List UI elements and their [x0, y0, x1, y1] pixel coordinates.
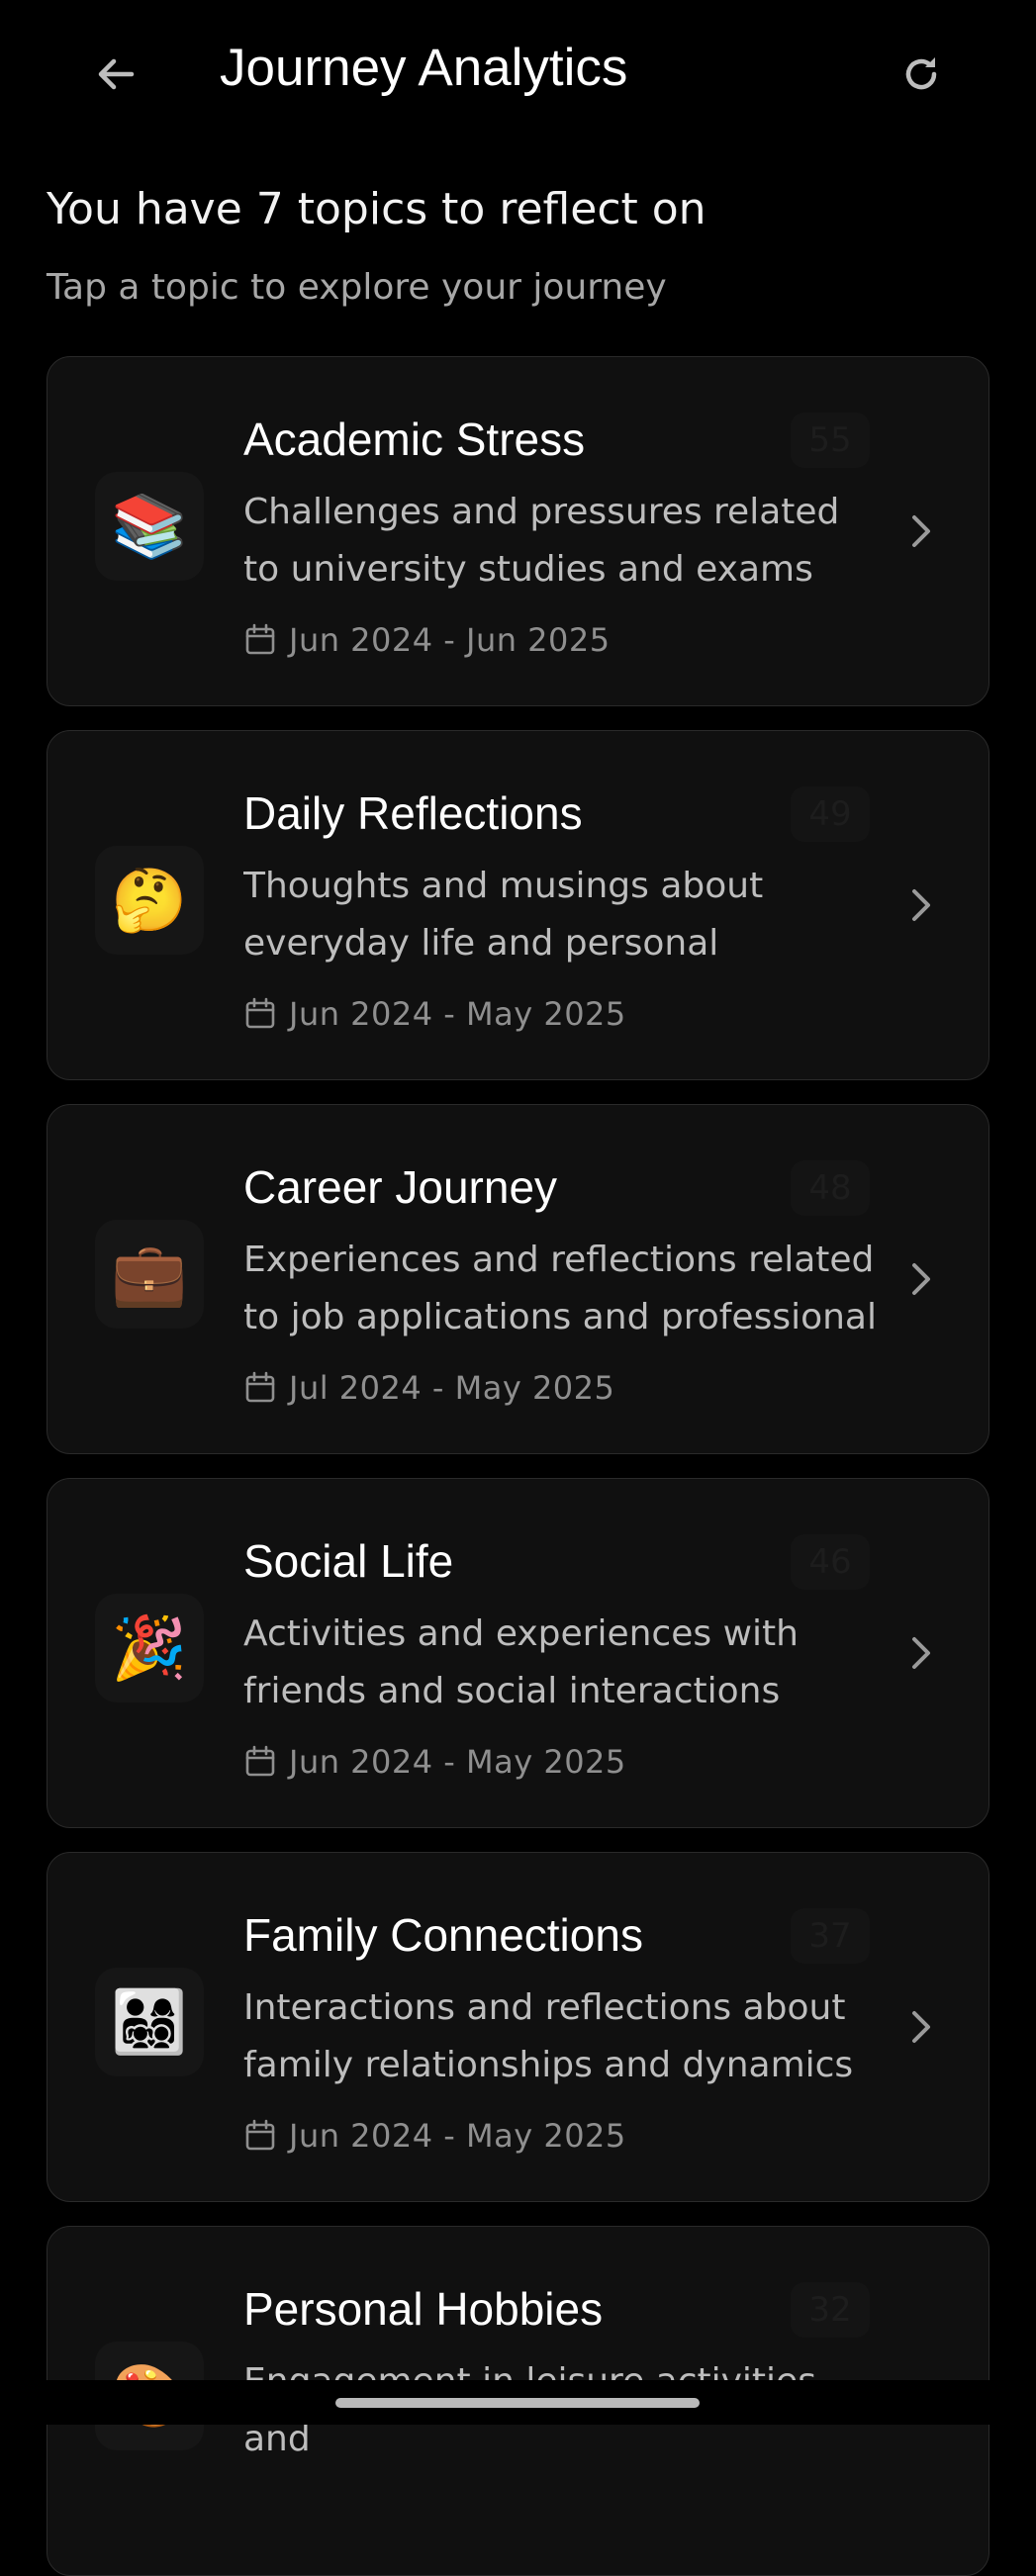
topic-title: Family Connections: [243, 1909, 643, 1961]
topic-description: Activities and experiences with friends …: [243, 1613, 799, 1711]
topics-summary: You have 7 topics to reflect on: [47, 184, 706, 234]
topic-card[interactable]: 🤔 Daily Reflections 49 Thoughts and musings…: [47, 730, 989, 1080]
topic-emoji-icon: 💼: [95, 1220, 204, 1329]
topic-date-range: Jun 2024 - May 2025: [243, 992, 626, 1036]
calendar-icon: [243, 1745, 277, 1779]
topic-entry-count: 37: [791, 1908, 870, 1964]
topic-card[interactable]: 💼 Career Journey 48 Experiences and reflect…: [47, 1104, 989, 1454]
topic-date-text: Jun 2024 - May 2025: [289, 995, 626, 1033]
topic-entry-count: 46: [791, 1534, 870, 1590]
chevron-right-icon: [901, 1997, 941, 2057]
topic-title: Daily Reflections: [243, 787, 583, 839]
topic-card[interactable]: 🎉 Social Life 46 Activities and experiences…: [47, 1478, 989, 1828]
topics-hint: Tap a topic to explore your journey: [47, 267, 667, 308]
calendar-icon: [243, 1371, 277, 1405]
topic-date-text: Jun 2024 - Jun 2025: [289, 621, 611, 659]
topic-description: Challenges and pressures related to univ…: [243, 492, 840, 590]
home-indicator[interactable]: [335, 2398, 700, 2408]
topic-emoji-icon: 👨‍👩‍👧‍👦: [95, 1968, 204, 2076]
topic-card[interactable]: 👨‍👩‍👧‍👦 Family Connections 37 Interactions …: [47, 1852, 989, 2202]
back-button[interactable]: [85, 44, 146, 105]
topic-date-range: Jul 2024 - May 2025: [243, 1366, 614, 1410]
topic-entry-count: 32: [791, 2282, 870, 2338]
topic-title: Social Life: [243, 1535, 454, 1587]
arrow-left-icon: [98, 58, 135, 90]
refresh-button[interactable]: [891, 44, 952, 105]
topic-date-text: Jun 2024 - May 2025: [289, 2117, 626, 2155]
topic-card[interactable]: 📚 Academic Stress 55 Challenges and pressur…: [47, 356, 989, 706]
topic-entry-count: 49: [791, 786, 870, 842]
topic-title: Personal Hobbies: [243, 2283, 604, 2335]
chevron-right-icon: [901, 1249, 941, 1309]
topic-emoji-icon: 🤔: [95, 846, 204, 955]
topic-description: Interactions and reflections about famil…: [243, 1987, 854, 2085]
topic-emoji-icon: 📚: [95, 472, 204, 581]
topic-date-range: Jun 2024 - May 2025: [243, 1740, 626, 1784]
refresh-icon: [905, 57, 937, 90]
topic-date-text: Jul 2024 - May 2025: [289, 1369, 615, 1407]
chevron-right-icon: [901, 1623, 941, 1683]
topic-date-range: Jun 2024 - May 2025: [243, 2114, 626, 2158]
topic-date-range: Jun 2024 - Jun 2025: [243, 618, 611, 662]
topic-description: Experiences and reflections related to j…: [243, 1240, 877, 1337]
topic-description: Thoughts and musings about everyday life…: [243, 866, 764, 964]
topic-title: Career Journey: [243, 1161, 558, 1213]
calendar-icon: [243, 997, 277, 1031]
calendar-icon: [243, 623, 277, 657]
topic-date-text: Jun 2024 - May 2025: [289, 1743, 626, 1781]
chevron-right-icon: [901, 502, 941, 561]
app-header: Journey Analytics: [0, 0, 1036, 148]
topic-title: Academic Stress: [243, 414, 586, 465]
topic-entry-count: 48: [791, 1160, 870, 1216]
topic-entry-count: 55: [791, 413, 870, 468]
calendar-icon: [243, 2119, 277, 2153]
chevron-right-icon: [901, 875, 941, 935]
topic-emoji-icon: 🎉: [95, 1594, 204, 1702]
page-title: Journey Analytics: [220, 39, 628, 97]
